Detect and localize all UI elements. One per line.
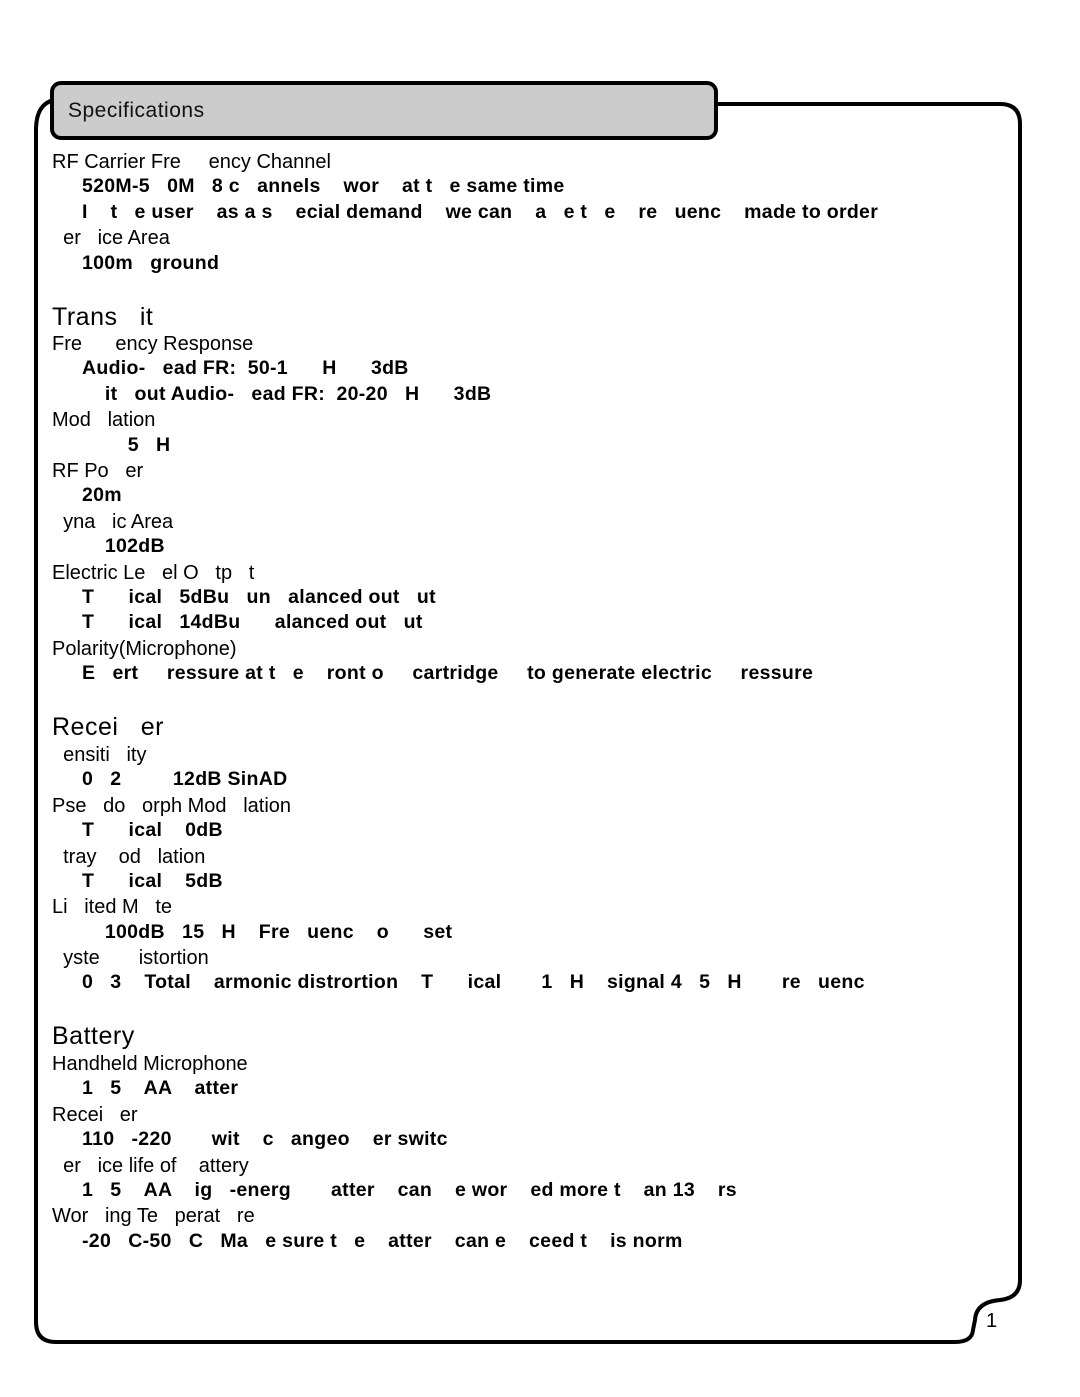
section-heading: Trans it (52, 303, 154, 331)
spec-content: RF Carrier Fre ency Channel 520M-5 0M 8 c… (0, 0, 1020, 1397)
spec-value: 102dB (82, 535, 165, 557)
section-tab: Specifications (50, 81, 718, 140)
spec-value: 100m ground (82, 252, 220, 274)
spec-label: RF Po er (52, 460, 144, 482)
spec-value: Audio- ead FR: 50-1 H 3dB (82, 357, 409, 379)
spec-label: Mod lation (52, 409, 156, 431)
spec-label: Li ited M te (52, 896, 173, 918)
spec-label: yste istortion (52, 947, 209, 969)
spec-value: 0 2 12dB SinAD (82, 768, 288, 790)
spec-label: Pse do orph Mod lation (52, 795, 292, 817)
spec-value: 1 5 AA atter (82, 1077, 239, 1099)
spec-label: yna ic Area (52, 511, 174, 533)
spec-value: T ical 5dBu un alanced out ut (82, 586, 436, 608)
spec-value: 20m (82, 484, 122, 506)
spec-value: 100dB 15 H Fre uenc o set (82, 921, 453, 943)
spec-value: 0 3 Total armonic distrortion T ical 1 H… (82, 971, 865, 993)
section-heading: Battery (52, 1022, 135, 1050)
spec-label: Handheld Microphone (52, 1053, 248, 1075)
spec-label: Wor ing Te perat re (52, 1205, 255, 1227)
spec-label: tray od lation (52, 846, 206, 868)
spec-label: er ice life of attery (52, 1155, 249, 1177)
spec-value: 110 -220 wit c angeo er switc (82, 1128, 448, 1150)
spec-label: Electric Le el O tp t (52, 562, 255, 584)
spec-value: E ert ressure at t e ront o cartridge to… (82, 662, 814, 684)
spec-label: er ice Area (52, 227, 170, 249)
spec-value: 520M-5 0M 8 c annels wor at t e same tim… (82, 175, 565, 197)
spec-value: 5 H (82, 434, 171, 456)
spec-label: ensiti ity (52, 744, 147, 766)
spec-label: RF Carrier Fre ency Channel (52, 151, 331, 173)
spec-value: I t e user as a s ecial demand we can a … (82, 201, 879, 223)
spec-label: Fre ency Response (52, 333, 254, 355)
section-heading: Recei er (52, 713, 164, 741)
page-number: 1 (986, 1310, 998, 1332)
spec-label: Polarity(Microphone) (52, 638, 237, 660)
spec-value: T ical 0dB (82, 819, 223, 841)
spec-value: T ical 5dB (82, 870, 223, 892)
spec-value: T ical 14dBu alanced out ut (82, 611, 423, 633)
spec-value: it out Audio- ead FR: 20-20 H 3dB (82, 383, 492, 405)
spec-value: -20 C-50 C Ma e sure t e atter can e cee… (82, 1230, 683, 1252)
spec-value: 1 5 AA ig -energ atter can e wor ed more… (82, 1179, 737, 1201)
section-title: Specifications (68, 99, 205, 122)
spec-label: Recei er (52, 1104, 138, 1126)
